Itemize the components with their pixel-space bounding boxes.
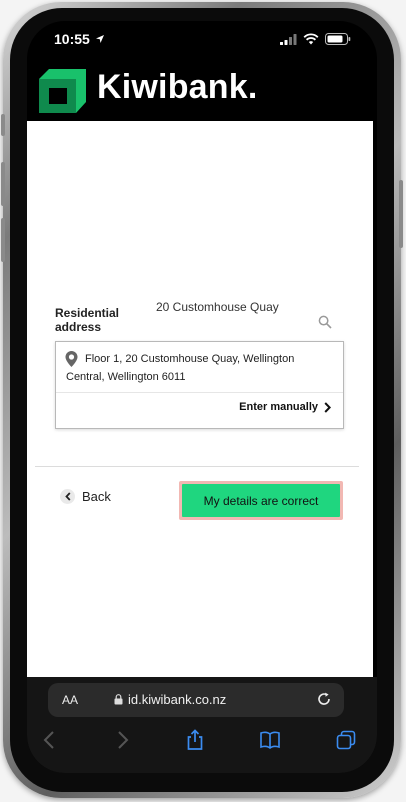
search-icon[interactable] [318,315,332,329]
forward-nav-icon[interactable] [111,729,133,751]
battery-icon [325,33,351,45]
residential-address-label: Residential address [55,306,120,334]
browser-bottom-bar: AA id.kiwibank.co.nz [27,677,377,773]
section-divider [35,466,359,467]
volume-down-button [1,218,5,262]
kiwibank-logo-icon [39,69,86,113]
address-bar[interactable]: AA id.kiwibank.co.nz [48,683,344,717]
location-arrow-icon [95,35,104,43]
url-text: id.kiwibank.co.nz [128,692,227,707]
power-button [399,180,403,248]
suggestion-divider [56,392,343,393]
lock-icon [114,694,123,705]
chevron-left-icon [64,492,70,501]
cellular-signal-icon [280,33,297,45]
wifi-icon [303,33,319,45]
tabs-icon[interactable] [335,729,357,751]
bookmarks-icon[interactable] [259,729,281,751]
enter-manually-label: Enter manually [239,401,318,413]
suggestion-address-line1: Floor 1, 20 Customhouse Quay, Wellington [85,353,295,365]
phone-screen: 10:55 Kiwibank. Residential address 20 C… [27,21,377,773]
back-button-label: Back [82,489,111,504]
reload-icon[interactable] [316,691,332,707]
address-search-input[interactable]: 20 Customhouse Quay [156,300,279,314]
status-icons [280,33,351,45]
enter-manually-link[interactable]: Enter manually [239,401,331,413]
share-icon[interactable] [184,729,206,751]
reader-text-size-button[interactable]: AA [62,693,78,707]
bank-header: Kiwibank. [27,61,377,121]
status-time-group: 10:55 [54,31,105,47]
back-nav-icon[interactable] [39,729,61,751]
my-details-correct-button[interactable]: My details are correct [182,484,340,517]
address-suggestion-dropdown: Floor 1, 20 Customhouse Quay, Wellington… [55,341,344,429]
suggestion-address-line2: Central, Wellington 6011 [66,371,186,383]
url-display: id.kiwibank.co.nz [114,692,226,707]
page-content: Residential address 20 Customhouse Quay … [27,121,373,677]
mute-switch [1,114,5,136]
kiwibank-wordmark: Kiwibank. [97,68,258,106]
volume-up-button [1,162,5,206]
back-button[interactable]: Back [60,489,111,504]
back-icon-circle [60,489,75,504]
chevron-right-icon [324,401,331,413]
status-bar: 10:55 [27,21,377,61]
status-time: 10:55 [54,31,90,47]
map-pin-icon [65,351,78,367]
